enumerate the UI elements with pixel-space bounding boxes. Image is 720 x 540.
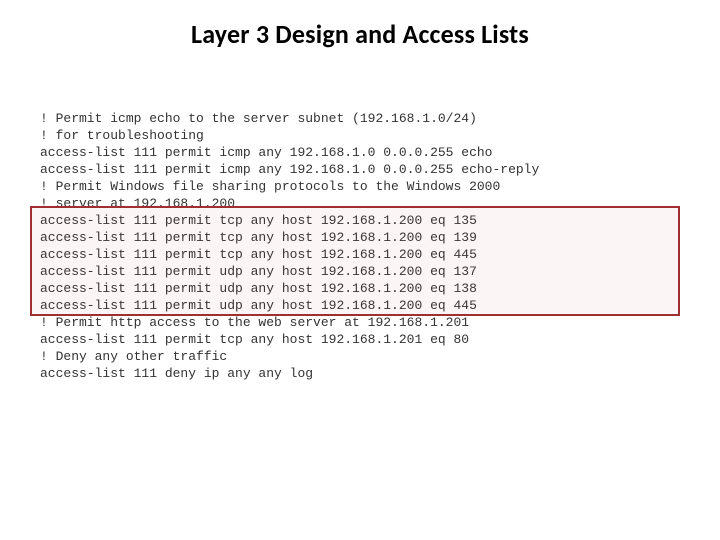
config-line: access-list 111 permit icmp any 192.168.… bbox=[40, 161, 700, 178]
config-line: access-list 111 permit tcp any host 192.… bbox=[40, 229, 700, 246]
config-line: ! Deny any other traffic bbox=[40, 348, 700, 365]
config-line: access-list 111 permit icmp any 192.168.… bbox=[40, 144, 700, 161]
page-title: Layer 3 Design and Access Lists bbox=[0, 18, 720, 50]
config-line: access-list 111 permit tcp any host 192.… bbox=[40, 212, 700, 229]
slide: Layer 3 Design and Access Lists ! Permit… bbox=[0, 0, 720, 540]
config-line: ! for troubleshooting bbox=[40, 127, 700, 144]
config-line: access-list 111 permit udp any host 192.… bbox=[40, 263, 700, 280]
config-line: access-list 111 permit tcp any host 192.… bbox=[40, 331, 700, 348]
config-line: access-list 111 permit tcp any host 192.… bbox=[40, 246, 700, 263]
config-line: ! Permit Windows file sharing protocols … bbox=[40, 178, 700, 195]
config-line: ! Permit icmp echo to the server subnet … bbox=[40, 110, 700, 127]
config-line: ! Permit http access to the web server a… bbox=[40, 314, 700, 331]
config-line: access-list 111 permit udp any host 192.… bbox=[40, 280, 700, 297]
config-line: ! server at 192.168.1.200 bbox=[40, 195, 700, 212]
config-line: access-list 111 deny ip any any log bbox=[40, 365, 700, 382]
acl-config-block: ! Permit icmp echo to the server subnet … bbox=[40, 110, 700, 382]
config-line: access-list 111 permit udp any host 192.… bbox=[40, 297, 700, 314]
